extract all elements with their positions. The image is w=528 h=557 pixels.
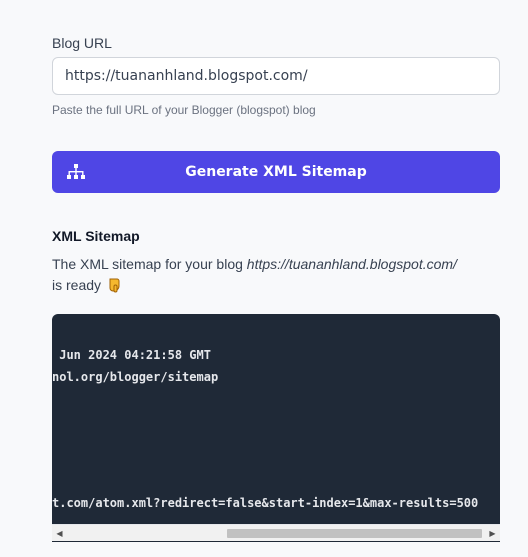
sitemap-icon: [67, 164, 85, 179]
pointing-hand-icon: [109, 278, 120, 293]
horizontal-scrollbar[interactable]: ◀ ▶: [52, 524, 500, 541]
sitemap-code-block[interactable]: Jun 2024 04:21:58 GMT nol.org/blogger/si…: [52, 314, 500, 542]
scroll-left-button[interactable]: ◀: [52, 525, 67, 542]
generate-button-label: Generate XML Sitemap: [185, 164, 367, 180]
generate-sitemap-button[interactable]: Generate XML Sitemap: [52, 151, 500, 193]
desc-url: https://tuananhland.blogspot.com/: [246, 256, 457, 272]
sitemap-ready-message: The XML sitemap for your blog https://tu…: [52, 254, 500, 296]
url-hint: Paste the full URL of your Blogger (blog…: [52, 103, 316, 117]
url-label: Blog URL: [52, 35, 112, 51]
sitemap-section-title: XML Sitemap: [52, 228, 140, 244]
desc-prefix: The XML sitemap for your blog: [52, 256, 247, 272]
blog-url-input[interactable]: [52, 57, 500, 95]
desc-suffix: is ready: [52, 277, 102, 293]
code-line: nol.org/blogger/sitemap: [52, 370, 219, 384]
scroll-thumb[interactable]: [227, 529, 482, 538]
scroll-right-button[interactable]: ▶: [485, 525, 500, 542]
code-line: t.com/atom.xml?redirect=false&start-inde…: [52, 496, 479, 510]
code-line: Jun 2024 04:21:58 GMT: [52, 348, 211, 362]
